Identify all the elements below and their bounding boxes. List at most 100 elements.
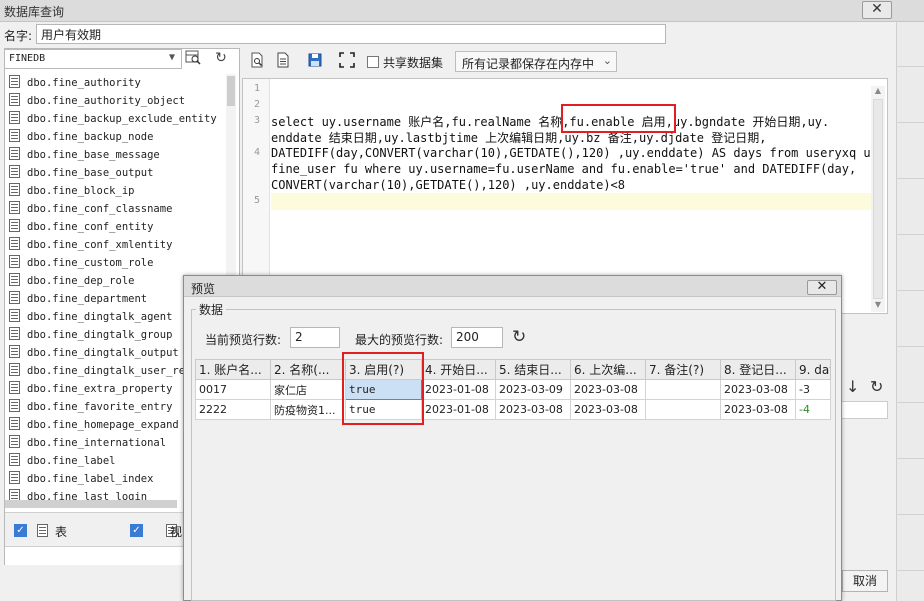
table-icon bbox=[9, 147, 20, 160]
table-cell[interactable] bbox=[645, 399, 721, 420]
table-icon bbox=[9, 93, 20, 106]
table-icon bbox=[9, 309, 20, 322]
refresh-icon[interactable]: ↻ bbox=[512, 327, 526, 347]
column-header[interactable]: 4. 开始日... bbox=[421, 359, 496, 380]
table-icon bbox=[9, 381, 20, 394]
data-group-label: 数据 bbox=[196, 301, 227, 318]
max-rows-input[interactable]: 200 bbox=[451, 327, 503, 348]
table-list-hscroll-thumb[interactable] bbox=[5, 500, 177, 508]
parameter-input[interactable] bbox=[840, 401, 888, 419]
save-icon[interactable] bbox=[305, 52, 325, 72]
table-item[interactable]: dbo.fine_conf_xmlentity bbox=[5, 236, 227, 254]
column-header[interactable]: 9. days bbox=[795, 359, 831, 380]
table-icon bbox=[9, 363, 20, 376]
chevron-down-icon: ▼ bbox=[168, 52, 175, 63]
table-item[interactable]: dbo.fine_conf_classname bbox=[5, 200, 227, 218]
table-cell[interactable]: 2023-03-08 bbox=[570, 399, 646, 420]
table-item[interactable]: dbo.fine_backup_node bbox=[5, 128, 227, 146]
table-icon bbox=[9, 165, 20, 178]
table-cell[interactable]: 2023-03-08 bbox=[720, 379, 796, 400]
sql-line: enddate 结束日期,uy.lastbjtime 上次编辑日期,uy.bz … bbox=[271, 131, 767, 145]
table-cell[interactable]: 2023-03-08 bbox=[720, 399, 796, 420]
table-icon bbox=[9, 201, 20, 214]
column-header[interactable]: 7. 备注(?) bbox=[645, 359, 721, 380]
table-cell[interactable]: 防疫物资1... bbox=[270, 399, 346, 420]
views-label: 视 bbox=[170, 525, 183, 539]
scroll-up-icon[interactable]: ▲ bbox=[873, 86, 883, 95]
table-list-scroll-thumb[interactable] bbox=[227, 76, 235, 106]
document-icon[interactable] bbox=[273, 52, 293, 72]
line-number: 3 bbox=[253, 115, 260, 126]
table-icon bbox=[9, 255, 20, 268]
scroll-down-icon[interactable]: ▼ bbox=[873, 300, 883, 309]
memory-mode-select[interactable]: 所有记录都保存在内存中 ⌄ bbox=[455, 51, 617, 72]
table-cell[interactable]: 2222 bbox=[195, 399, 271, 420]
column-header[interactable]: 8. 登记日... bbox=[720, 359, 796, 380]
table-cell[interactable]: 0017 bbox=[195, 379, 271, 400]
line-number: 2 bbox=[253, 99, 260, 110]
name-input[interactable]: 用户有效期 bbox=[36, 24, 666, 44]
editor-scroll-thumb[interactable] bbox=[873, 99, 883, 299]
table-cell[interactable]: -3 bbox=[795, 379, 831, 400]
current-rows-input[interactable]: 2 bbox=[290, 327, 340, 348]
share-dataset-checkbox[interactable] bbox=[367, 56, 379, 68]
column-header[interactable]: 1. 账户名... bbox=[195, 359, 271, 380]
sql-line: CONVERT(varchar(10),GETDATE(),120) ,uy.e… bbox=[271, 178, 626, 192]
table-type-icon bbox=[37, 524, 48, 537]
table-cell[interactable]: 2023-03-08 bbox=[570, 379, 646, 400]
table-item[interactable]: dbo.fine_conf_entity bbox=[5, 218, 227, 236]
preview-dialog-titlebar bbox=[184, 276, 841, 297]
window-titlebar bbox=[0, 0, 924, 22]
table-cell[interactable]: 2023-03-09 bbox=[495, 379, 571, 400]
preview-search-icon[interactable] bbox=[247, 52, 267, 72]
preview-dialog-title: 预览 bbox=[191, 282, 216, 296]
table-item[interactable]: dbo.fine_authority bbox=[5, 74, 227, 92]
fullscreen-icon[interactable] bbox=[337, 52, 357, 72]
table-icon bbox=[9, 345, 20, 358]
window-close-button[interactable]: ✕ bbox=[862, 1, 892, 19]
tables-checkbox[interactable]: ✓ bbox=[14, 524, 27, 537]
line-number: 4 bbox=[253, 147, 260, 158]
max-rows-label: 最大的预览行数: bbox=[355, 333, 444, 347]
table-item[interactable]: dbo.fine_base_output bbox=[5, 164, 227, 182]
table-icon bbox=[9, 471, 20, 484]
database-select[interactable]: FINEDB ▼ bbox=[4, 49, 182, 69]
database-select-value: FINEDB bbox=[9, 53, 46, 64]
table-icon bbox=[9, 75, 20, 88]
table-cell[interactable] bbox=[645, 379, 721, 400]
tables-label: 表 bbox=[55, 525, 68, 539]
table-search-icon[interactable] bbox=[182, 49, 204, 69]
table-cell[interactable]: 家仁店 bbox=[270, 379, 346, 400]
cancel-button[interactable]: 取消 bbox=[842, 570, 888, 592]
table-icon bbox=[9, 183, 20, 196]
table-cell[interactable]: 2023-01-08 bbox=[421, 379, 496, 400]
table-icon bbox=[9, 435, 20, 448]
table-item[interactable]: dbo.fine_custom_role bbox=[5, 254, 227, 272]
refresh-icon[interactable]: ↻ bbox=[210, 49, 232, 69]
chevron-down-icon: ⌄ bbox=[602, 54, 612, 67]
table-item[interactable]: dbo.fine_block_ip bbox=[5, 182, 227, 200]
memory-mode-value: 所有记录都保存在内存中 bbox=[462, 57, 595, 71]
table-cell[interactable]: 2023-01-08 bbox=[421, 399, 496, 420]
sql-line: fine_user fu where uy.username=fu.userNa… bbox=[271, 162, 857, 176]
table-cell[interactable]: -4 bbox=[795, 399, 831, 420]
table-icon bbox=[9, 219, 20, 232]
table-item[interactable]: dbo.fine_base_message bbox=[5, 146, 227, 164]
table-item[interactable]: dbo.fine_backup_exclude_entity bbox=[5, 110, 227, 128]
window-title: 数据库查询 bbox=[4, 5, 65, 19]
column-header[interactable]: 6. 上次编... bbox=[570, 359, 646, 380]
table-icon bbox=[9, 129, 20, 142]
arrow-down-icon[interactable]: ↓ bbox=[846, 377, 859, 396]
column-header[interactable]: 2. 名称(... bbox=[270, 359, 346, 380]
dialog-close-button[interactable]: ✕ bbox=[807, 280, 837, 295]
table-cell[interactable]: 2023-03-08 bbox=[495, 399, 571, 420]
refresh-icon[interactable]: ↻ bbox=[870, 377, 883, 396]
column-header[interactable]: 5. 结束日... bbox=[495, 359, 571, 380]
views-checkbox[interactable]: ✓ bbox=[130, 524, 143, 537]
table-icon bbox=[9, 417, 20, 430]
sql-line: DATEDIFF(day,CONVERT(varchar(10),GETDATE… bbox=[271, 146, 886, 160]
table-icon bbox=[9, 111, 20, 124]
line-number: 1 bbox=[253, 83, 260, 94]
table-item[interactable]: dbo.fine_authority_object bbox=[5, 92, 227, 110]
table-row: 2222 防疫物资1... true 2023-01-08 2023-03-08… bbox=[195, 399, 831, 420]
